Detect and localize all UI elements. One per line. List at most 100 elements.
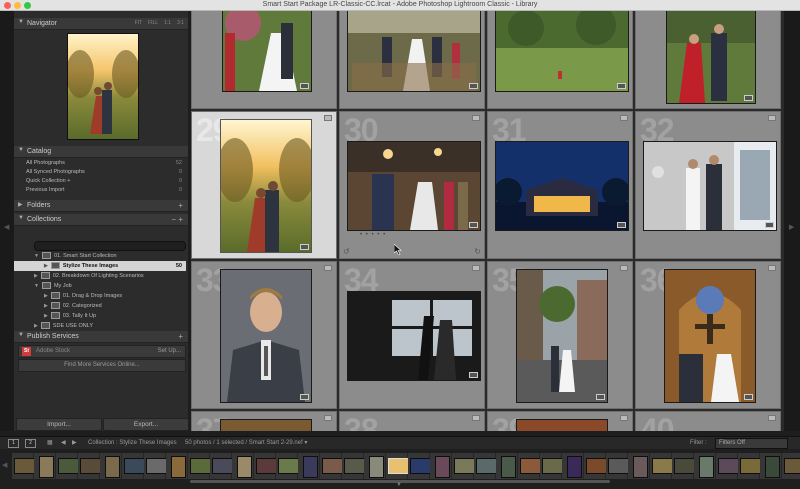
filmstrip-cell[interactable] <box>672 453 695 479</box>
filmstrip-cell[interactable] <box>496 453 518 479</box>
filmstrip-cell[interactable] <box>474 453 497 479</box>
filmstrip-cell[interactable] <box>122 453 145 479</box>
flag-icon[interactable] <box>620 115 628 121</box>
secondary-window-button[interactable]: 2 <box>25 439 36 448</box>
grid-cell[interactable]: 38 <box>339 411 485 431</box>
photo-thumbnail[interactable] <box>220 269 312 403</box>
flag-icon[interactable] <box>472 415 480 421</box>
grid-cell[interactable] <box>635 11 781 109</box>
filmstrip-thumbnail[interactable] <box>189 458 211 474</box>
collections-add-remove-buttons[interactable]: − + <box>171 214 183 225</box>
rotate-right-icon[interactable]: ↻ <box>474 247 481 256</box>
filmstrip-thumbnail[interactable] <box>255 458 277 474</box>
import-button[interactable]: Import... <box>16 418 102 431</box>
filmstrip-thumbnail[interactable] <box>343 458 365 474</box>
primary-window-button[interactable]: 1 <box>8 439 19 448</box>
photo-thumbnail[interactable] <box>347 291 481 381</box>
filmstrip-cell[interactable] <box>298 453 320 479</box>
grid-cell[interactable] <box>339 11 485 109</box>
zoom-1-1[interactable]: 1:1 <box>164 20 171 26</box>
filmstrip-thumbnail[interactable] <box>698 456 714 478</box>
flag-icon[interactable] <box>620 415 628 421</box>
filmstrip-thumbnail[interactable] <box>79 458 101 474</box>
filmstrip-cell[interactable] <box>606 453 629 479</box>
filmstrip-thumbnail[interactable] <box>38 456 54 478</box>
filmstrip-thumbnail[interactable] <box>764 456 780 478</box>
find-more-services-button[interactable]: Find More Services Online... <box>18 359 186 372</box>
filmstrip-thumbnail[interactable] <box>453 458 475 474</box>
filmstrip-cell[interactable] <box>210 453 233 479</box>
setup-button[interactable]: Set Up... <box>158 346 181 357</box>
filmstrip-thumbnail[interactable] <box>607 458 629 474</box>
filmstrip-thumbnail[interactable] <box>519 458 541 474</box>
filmstrip-cell[interactable] <box>386 453 409 479</box>
filmstrip-thumbnail[interactable] <box>500 456 516 478</box>
flag-icon[interactable] <box>324 265 332 271</box>
filmstrip-cell[interactable] <box>56 453 79 479</box>
filter-select[interactable]: Filters Off <box>715 438 788 449</box>
back-arrow-icon[interactable]: ◀ <box>61 437 66 449</box>
collection-set-smart-start[interactable]: ▼ 01. Smart Start Collection <box>14 251 186 261</box>
filmstrip-thumbnail[interactable] <box>387 458 409 474</box>
export-button[interactable]: Export... <box>103 418 189 431</box>
grid-cell[interactable]: 39 <box>487 411 633 431</box>
photo-thumbnail[interactable] <box>222 11 312 92</box>
filmstrip-thumbnail[interactable] <box>475 458 497 474</box>
collection-drag-drop[interactable]: ▶ 01. Drag & Drop Images <box>14 291 186 301</box>
grid-cell[interactable]: 35 <box>487 261 633 409</box>
folders-header[interactable]: ▶ Folders + <box>14 200 188 212</box>
grid-view-icon[interactable]: ▦ <box>47 437 53 449</box>
collection-set-my-job[interactable]: ▼ My Job <box>14 281 186 291</box>
add-publish-service-button[interactable]: + <box>178 331 183 342</box>
navigator-header[interactable]: ▼ Navigator FIT FILL 1:1 3:1 <box>14 18 188 30</box>
filmstrip-thumbnail[interactable] <box>566 456 582 478</box>
filmstrip-left-arrow-icon[interactable]: ◀ <box>2 461 7 469</box>
flag-icon[interactable] <box>768 415 776 421</box>
catalog-item-all-synced[interactable]: All Synced Photographs 0 <box>26 168 184 177</box>
filmstrip-collapse-icon[interactable]: ▼ <box>396 482 402 488</box>
grid-cell[interactable]: 33 <box>191 261 337 409</box>
collections-header[interactable]: ▼ Collections − + <box>14 214 188 226</box>
photo-thumbnail[interactable] <box>347 11 481 92</box>
filmstrip-cell[interactable] <box>166 453 188 479</box>
photo-thumbnail[interactable] <box>516 269 608 403</box>
left-panel-toggle[interactable]: ◀ <box>0 11 14 431</box>
filmstrip-thumbnail[interactable] <box>170 456 186 478</box>
zoom-3-1[interactable]: 3:1 <box>177 20 184 26</box>
grid-cell[interactable]: 32 <box>635 111 781 259</box>
photo-thumbnail[interactable] <box>220 419 312 431</box>
add-folder-button[interactable]: + <box>178 200 183 211</box>
filmstrip-cell[interactable] <box>144 453 167 479</box>
filmstrip-cell[interactable] <box>738 453 761 479</box>
filmstrip-cell[interactable] <box>716 453 739 479</box>
filmstrip-thumbnail[interactable] <box>368 456 384 478</box>
filmstrip-thumbnail[interactable] <box>783 458 800 474</box>
filmstrip-thumbnail[interactable] <box>673 458 695 474</box>
filmstrip-thumbnail[interactable] <box>717 458 739 474</box>
filmstrip-cell[interactable] <box>694 453 716 479</box>
filmstrip-cell[interactable] <box>254 453 277 479</box>
filmstrip-cell[interactable] <box>12 453 35 479</box>
zoom-fit[interactable]: FIT <box>135 20 143 26</box>
grid-cell[interactable]: 30 • • • • • ↺ ↻ <box>339 111 485 259</box>
filmstrip-thumbnail[interactable] <box>541 458 563 474</box>
catalog-item-quick-collection[interactable]: Quick Collection + 0 <box>26 177 184 186</box>
publish-services-header[interactable]: ▼ Publish Services + <box>14 331 188 343</box>
flag-icon[interactable] <box>324 115 332 121</box>
forward-arrow-icon[interactable]: ▶ <box>72 437 77 449</box>
grid-cell[interactable] <box>487 11 633 109</box>
flag-icon[interactable] <box>472 265 480 271</box>
collection-stylize-these-images[interactable]: ▶ Stylize These Images 50 <box>14 261 186 271</box>
filmstrip-thumbnail[interactable] <box>302 456 318 478</box>
grid-cell-selected[interactable]: 29 <box>191 111 337 259</box>
filmstrip-cell[interactable] <box>452 453 475 479</box>
collection-categorized[interactable]: ▶ 02. Categorized <box>14 301 186 311</box>
zoom-options[interactable]: FIT FILL 1:1 3:1 <box>129 18 184 29</box>
flag-icon[interactable] <box>768 115 776 121</box>
flag-icon[interactable] <box>472 115 480 121</box>
rotate-left-icon[interactable]: ↺ <box>343 247 350 256</box>
photo-thumbnail[interactable] <box>347 141 481 231</box>
filmstrip-cell[interactable] <box>518 453 541 479</box>
photo-thumbnail[interactable] <box>666 11 756 104</box>
flag-icon[interactable] <box>620 265 628 271</box>
